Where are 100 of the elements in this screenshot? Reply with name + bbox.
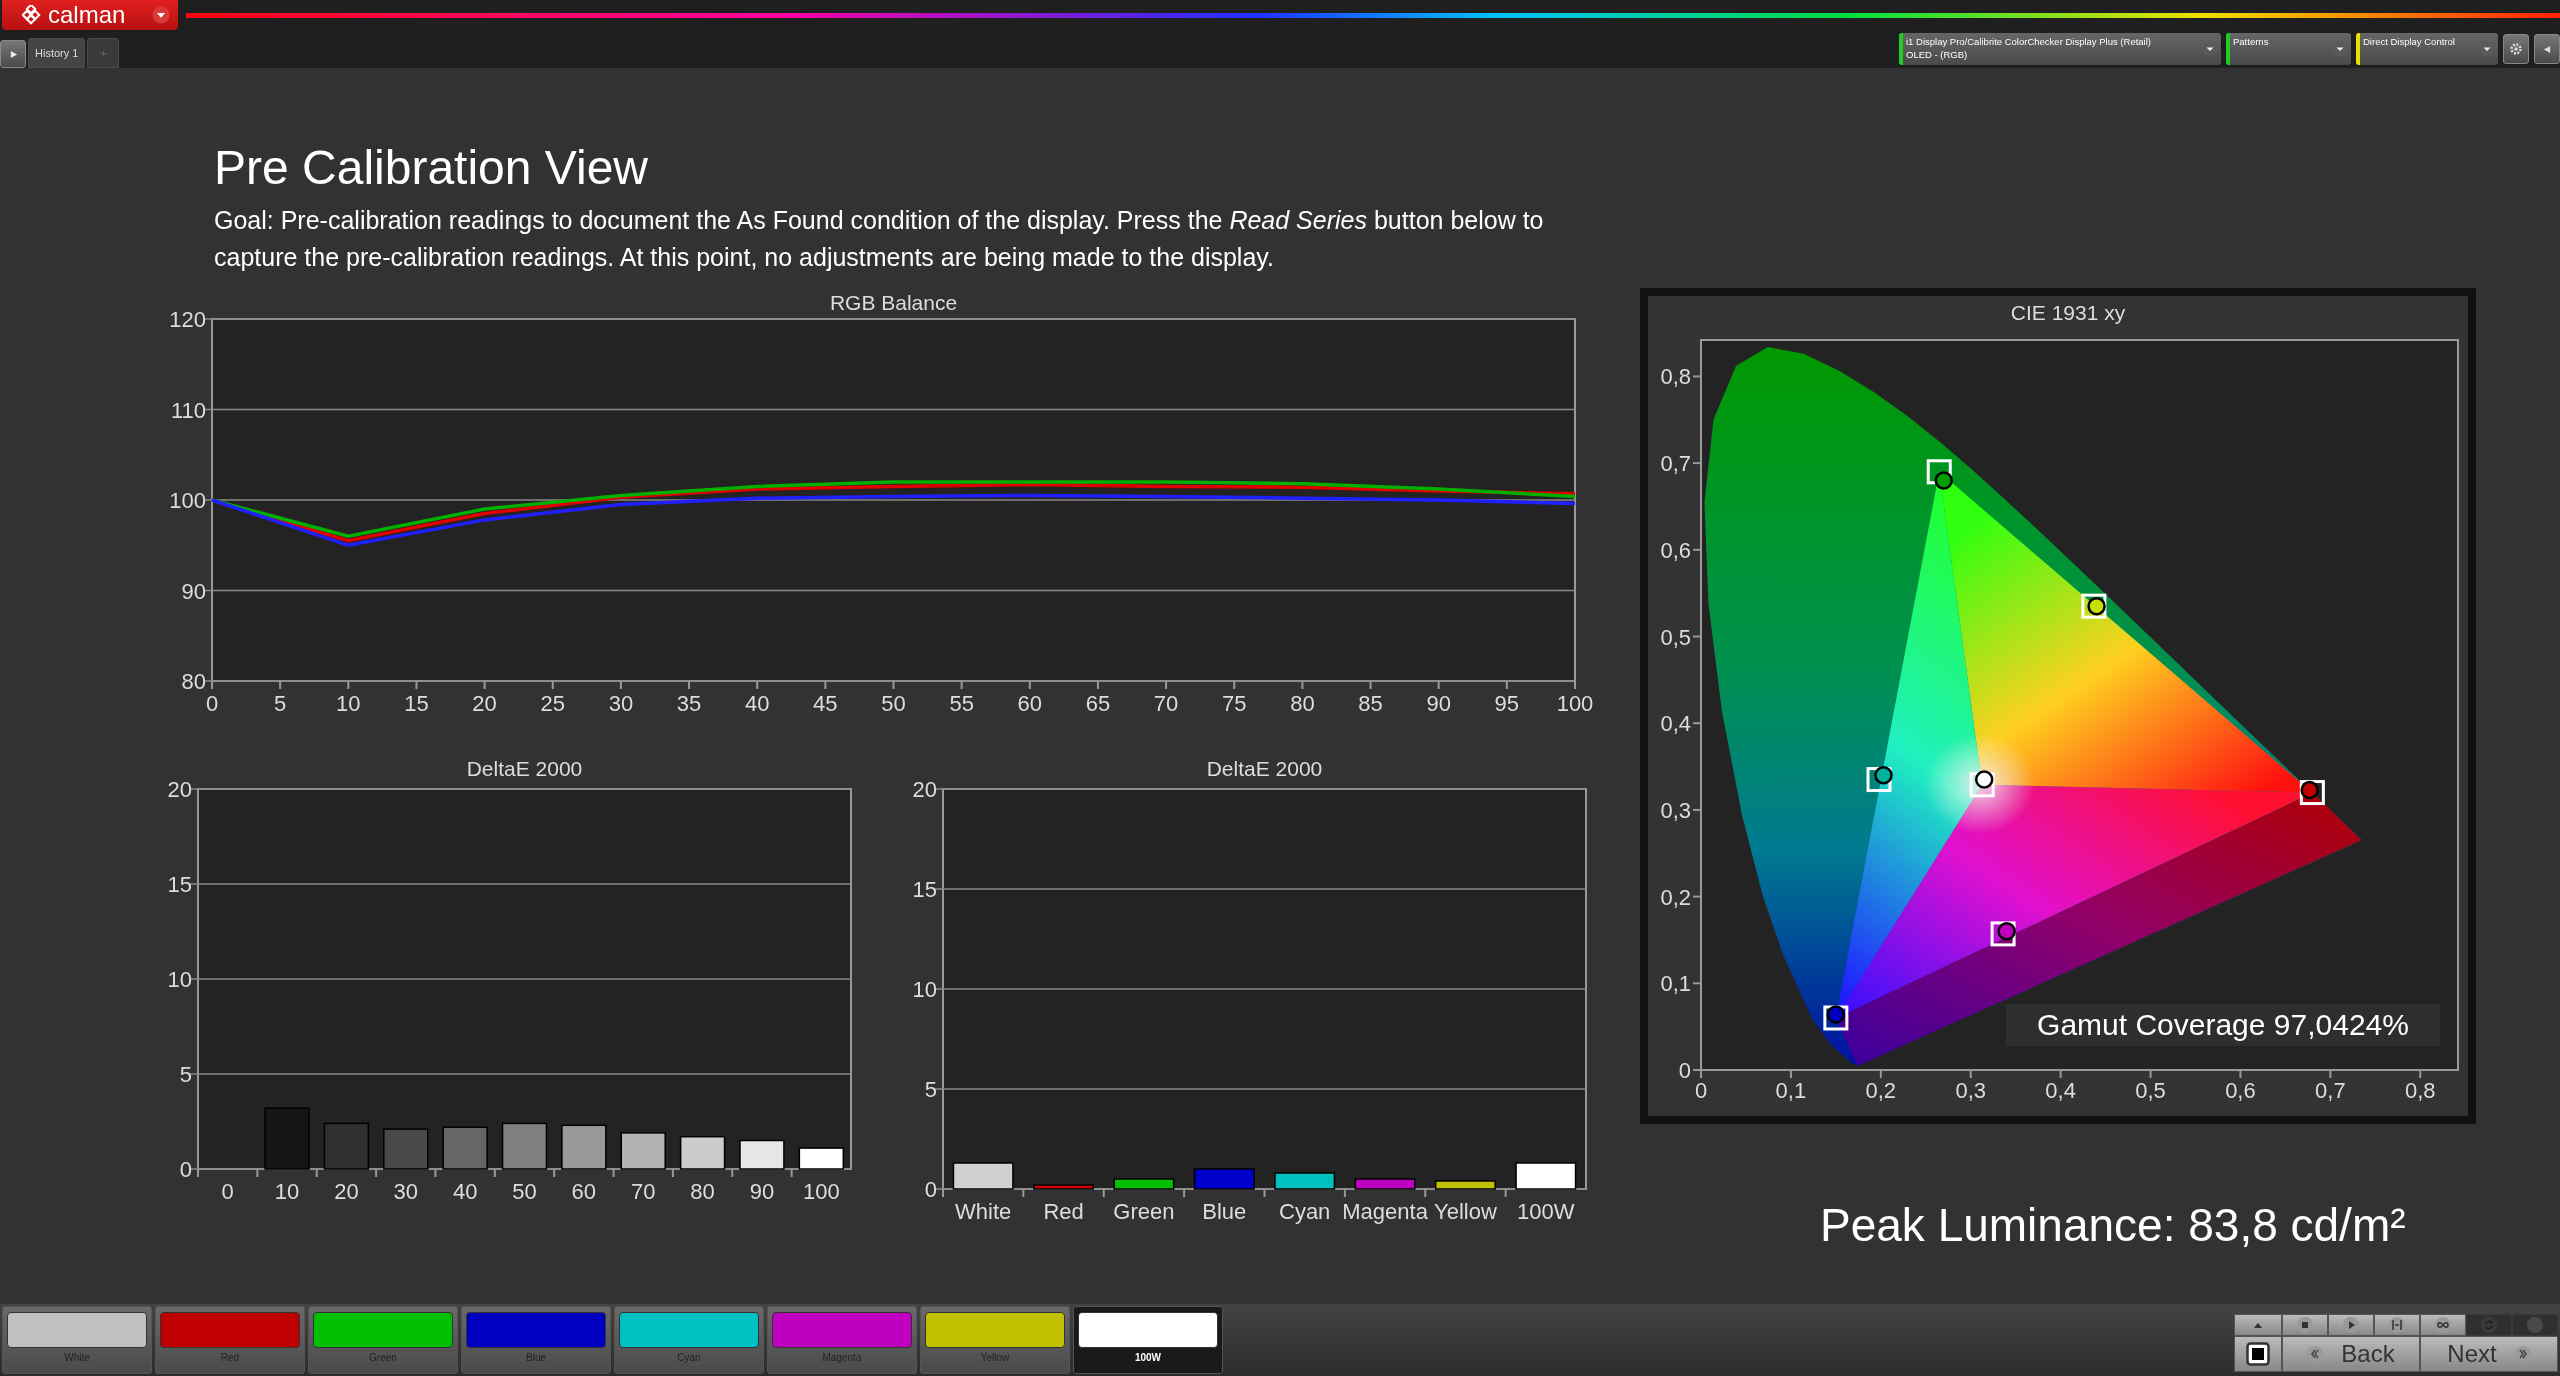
axis-tick-label: 10 bbox=[336, 691, 361, 716]
axis-tick-label: 50 bbox=[512, 1179, 537, 1204]
axis-tick-label: 30 bbox=[393, 1179, 418, 1204]
axis-tick-label: White bbox=[955, 1199, 1012, 1224]
caret-icon bbox=[152, 6, 170, 24]
double-chevron-right-icon bbox=[2514, 1346, 2531, 1362]
loop-button[interactable] bbox=[2420, 1314, 2466, 1336]
expand-button[interactable] bbox=[0, 40, 26, 68]
app-menu-button[interactable]: calman bbox=[2, 0, 178, 30]
axis-tick-label: 0,4 bbox=[2045, 1078, 2076, 1103]
back-button[interactable]: Back bbox=[2282, 1336, 2420, 1372]
axis-tick-label: 0,1 bbox=[1660, 971, 1691, 997]
axis-tick-label: 15 bbox=[404, 691, 429, 716]
pattern-swatch-button[interactable]: 100W bbox=[1073, 1306, 1223, 1374]
settings-icon bbox=[2509, 42, 2523, 56]
axis-tick-label: 0,2 bbox=[1865, 1078, 1897, 1103]
chart-title: CIE 1931 xy bbox=[2010, 301, 2126, 324]
measure-button[interactable] bbox=[2374, 1314, 2420, 1336]
device-dropdown[interactable]: i1 Display Pro/Calibrite ColorChecker Display Plus (Retail) OLED - (RGB) bbox=[1899, 33, 2221, 65]
axis-tick-label: 0,5 bbox=[1660, 624, 1691, 650]
axis-tick-label: 0,1 bbox=[1775, 1078, 1807, 1103]
axis-tick-label: 25 bbox=[540, 691, 565, 716]
chart-title: DeltaE 2000 bbox=[1206, 757, 1323, 780]
stop-button[interactable] bbox=[2282, 1314, 2328, 1336]
caret-icon bbox=[2253, 1321, 2263, 1329]
dropdown-label: Direct Display Control bbox=[2363, 35, 2456, 48]
axis-tick-label: 100W bbox=[1517, 1199, 1575, 1224]
axis-tick-label: 0 bbox=[179, 1157, 192, 1182]
axis-tick-label: 20 bbox=[472, 691, 497, 716]
axis-tick-label: 30 bbox=[608, 691, 634, 716]
axis-tick-label: 0,6 bbox=[2225, 1078, 2256, 1103]
device-dropdown[interactable]: Patterns bbox=[2226, 33, 2351, 65]
axis-tick-label: 0,5 bbox=[2135, 1078, 2166, 1103]
expand-button[interactable] bbox=[2234, 1314, 2282, 1336]
axis-tick-label: 80 bbox=[690, 1179, 715, 1204]
peak-luminance-reading: Peak Luminance: 83,8 cd/m² bbox=[1820, 1198, 2407, 1252]
axis-tick-label: 60 bbox=[1017, 691, 1043, 716]
infinity-icon bbox=[2435, 1317, 2451, 1333]
axis-tick-label: 40 bbox=[744, 691, 770, 716]
axis-tick-label: Magenta bbox=[1342, 1199, 1428, 1224]
axis-tick-label: 0,3 bbox=[1660, 797, 1691, 823]
axis-tick-label: 5 bbox=[924, 1077, 937, 1102]
logo-icon bbox=[22, 5, 42, 25]
double-chevron-left-icon bbox=[2307, 1346, 2324, 1362]
axis-tick-label: 0 bbox=[924, 1177, 937, 1202]
page-description: Goal: Pre-calibration readings to document the As Found condition of the display. Press the Read Series button below to capture the pre-calibration readings. At this point, no adjustments are being made to the display. bbox=[214, 205, 1545, 273]
history-tab[interactable]: History 1 bbox=[28, 38, 86, 68]
page-title: Pre Calibration View bbox=[214, 140, 649, 196]
axis-tick-label: 75 bbox=[1222, 691, 1247, 716]
circle-icon bbox=[2527, 1317, 2543, 1333]
play-button[interactable] bbox=[2328, 1314, 2374, 1336]
dropdown-sublabel: OLED - (RGB) bbox=[1906, 48, 1969, 61]
axis-tick-label: 15 bbox=[912, 877, 937, 902]
axis-tick-label: 20 bbox=[167, 777, 192, 802]
axis-tick-label: 20 bbox=[912, 777, 937, 802]
axis-tick-label: 90 bbox=[181, 578, 206, 604]
axis-tick-label: 70 bbox=[631, 1179, 656, 1204]
axis-tick-label: 100 bbox=[169, 488, 206, 513]
axis-tick-label: 80 bbox=[1290, 691, 1315, 716]
axis-tick-label: 50 bbox=[881, 691, 906, 716]
axis-tick-label: 0,7 bbox=[2315, 1078, 2346, 1103]
swatch-label: 100W bbox=[1134, 1352, 1162, 1363]
axis-tick-label: 80 bbox=[181, 669, 206, 694]
collapse-button[interactable] bbox=[2534, 34, 2560, 64]
axis-tick-label: 110 bbox=[170, 397, 206, 423]
gamut-coverage-label: Gamut Coverage 97,0424% bbox=[2006, 1004, 2440, 1046]
axis-tick-label: 45 bbox=[813, 691, 838, 716]
device-dropdown[interactable]: Direct Display Control bbox=[2356, 33, 2498, 65]
axis-tick-label: Red bbox=[1043, 1199, 1084, 1224]
bracket-icon bbox=[2389, 1317, 2405, 1333]
axis-tick-label: 100 bbox=[802, 1179, 840, 1204]
axis-tick-label: 40 bbox=[452, 1179, 478, 1204]
stop-button[interactable] bbox=[2234, 1336, 2282, 1372]
axis-tick-label: 90 bbox=[1426, 691, 1451, 716]
settings-button[interactable] bbox=[2503, 34, 2529, 64]
axis-tick-label: 0 bbox=[1694, 1078, 1708, 1103]
axis-tick-label: 0 bbox=[205, 691, 219, 716]
axis-tick-label: 15 bbox=[167, 872, 192, 897]
axis-tick-label: 100 bbox=[1556, 691, 1594, 716]
axis-tick-label: 20 bbox=[334, 1179, 359, 1204]
next-button[interactable]: Next bbox=[2420, 1336, 2558, 1372]
axis-tick-label: 5 bbox=[179, 1062, 192, 1087]
axis-tick-label: 60 bbox=[571, 1179, 597, 1204]
axis-tick-label: 0,7 bbox=[1660, 451, 1691, 477]
axis-tick-label: 10 bbox=[912, 977, 937, 1002]
axis-tick-label: 0 bbox=[221, 1179, 234, 1204]
axis-tick-label: 70 bbox=[1153, 691, 1179, 716]
axis-tick-label: 95 bbox=[1494, 691, 1520, 716]
axis-tick-label: Green bbox=[1113, 1199, 1175, 1224]
axis-tick-label: 120 bbox=[169, 307, 206, 332]
axis-tick-label: 35 bbox=[676, 691, 702, 716]
axis-tick-label: 90 bbox=[749, 1179, 775, 1204]
axis-tick-label: 85 bbox=[1358, 691, 1383, 716]
refresh-icon bbox=[2481, 1317, 2497, 1333]
back-arrow-icon bbox=[2542, 44, 2552, 54]
axis-tick-label: Blue bbox=[1202, 1199, 1247, 1224]
chart-title: DeltaE 2000 bbox=[466, 757, 583, 780]
axis-tick-label: 0,8 bbox=[2404, 1078, 2436, 1103]
play-icon bbox=[2343, 1317, 2359, 1333]
axis-tick-label: Yellow bbox=[1434, 1199, 1497, 1224]
